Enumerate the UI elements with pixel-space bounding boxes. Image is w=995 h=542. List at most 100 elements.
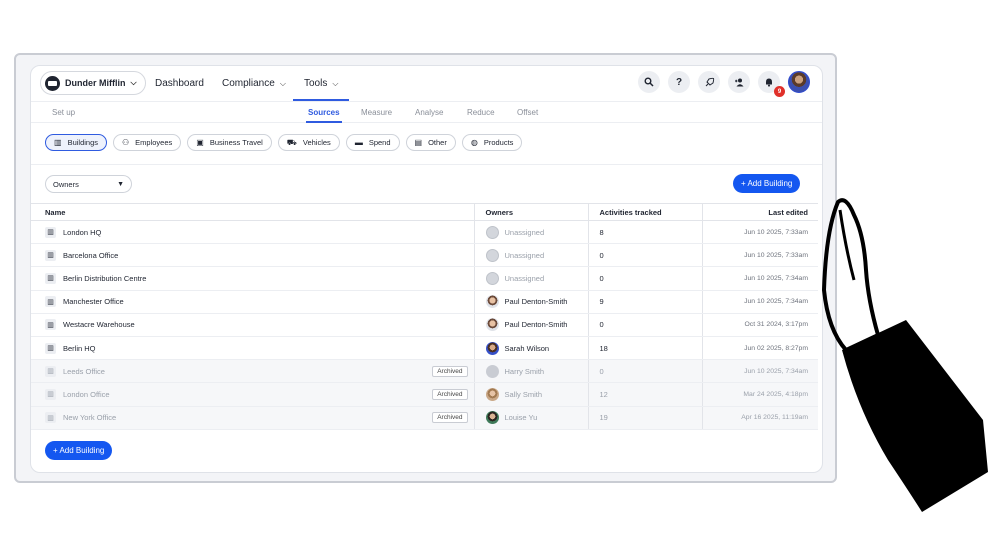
building-name: Westacre Warehouse <box>63 320 135 330</box>
table-header-row: Name Owners Activities tracked Last edit… <box>31 203 818 221</box>
filter-employees[interactable]: ⚇ Employees <box>113 134 182 151</box>
header-name[interactable]: Name <box>31 203 474 221</box>
building-name: Leeds Office <box>63 366 105 376</box>
box-icon: ◍ <box>470 138 478 147</box>
cell-owner[interactable]: Louise Yu <box>473 406 588 430</box>
cell-name[interactable]: ▥ New York Office Archived <box>31 406 474 430</box>
cell-name[interactable]: ▥ Leeds Office Archived <box>31 359 474 384</box>
cell-owner[interactable]: Harry Smith <box>473 359 588 384</box>
cell-name[interactable]: ▥ Barcelona Office <box>31 243 474 268</box>
filter-vehicles[interactable]: ⛟ Vehicles <box>277 134 340 151</box>
cell-last-edited: Oct 31 2024, 3:17pm <box>701 313 818 337</box>
building-icon: ▥ <box>45 296 56 308</box>
header-owners[interactable]: Owners <box>473 203 588 221</box>
subnav-analyse[interactable]: Analyse <box>415 102 443 123</box>
truck-icon: ⛟ <box>286 137 297 147</box>
cell-name[interactable]: ▥ Westacre Warehouse <box>31 313 474 337</box>
building-name: Berlin Distribution Centre <box>63 273 147 283</box>
header-last-edited[interactable]: Last edited <box>701 203 818 221</box>
top-icons: ? 9 <box>638 71 810 97</box>
help-icon[interactable]: ? <box>668 71 690 93</box>
subnav-measure[interactable]: Measure <box>361 102 392 123</box>
cell-last-edited: Jun 10 2025, 7:34am <box>701 359 818 384</box>
filter-products[interactable]: ◍ Products <box>461 134 523 151</box>
cell-activities: 19 <box>587 406 702 430</box>
chevron-down-icon: ⌵ <box>279 78 286 88</box>
building-name: London HQ <box>63 227 102 237</box>
nav-dashboard[interactable]: Dashboard <box>155 66 204 101</box>
buildings-table: Name Owners Activities tracked Last edit… <box>31 203 818 430</box>
subnav-offset[interactable]: Offset <box>517 102 538 123</box>
cell-activities: 18 <box>587 336 702 361</box>
table-row[interactable]: ▥ Westacre Warehouse Paul Denton-Smith 0 Oct… <box>31 313 818 337</box>
source-type-filters: ▥ Buildings ⚇ Employees ▣ Business Travel ⛟… <box>45 134 523 151</box>
table-row[interactable]: ▥ Berlin Distribution Centre Unassigned 0 Ju… <box>31 266 818 291</box>
cell-activities: 9 <box>587 290 702 314</box>
building-name: Berlin HQ <box>63 343 96 353</box>
nav-compliance[interactable]: Compliance ⌵ <box>222 66 286 101</box>
owner-name: Unassigned <box>504 227 545 237</box>
cell-last-edited: Jun 10 2025, 7:33am <box>701 243 818 268</box>
cell-name[interactable]: ▥ London Office Archived <box>31 382 474 407</box>
cell-owner[interactable]: Sarah Wilson <box>473 336 588 361</box>
user-avatar[interactable] <box>788 71 810 93</box>
add-building-button-bottom[interactable]: + Add Building <box>45 441 113 460</box>
filter-label: Spend <box>368 138 391 147</box>
table-row[interactable]: ▥ Manchester Office Paul Denton-Smith 9 Jun … <box>31 290 818 314</box>
cell-owner[interactable]: Unassigned <box>473 243 588 268</box>
cell-name[interactable]: ▥ London HQ <box>31 220 474 245</box>
subnav-setup[interactable]: Set up <box>52 102 75 123</box>
search-icon[interactable] <box>638 71 660 93</box>
building-icon: ▥ <box>45 412 56 424</box>
owner-avatar <box>485 411 499 425</box>
cell-owner[interactable]: Unassigned <box>473 266 588 291</box>
cell-name[interactable]: ▥ Berlin Distribution Centre <box>31 266 474 291</box>
bell-icon[interactable]: 9 <box>758 71 785 97</box>
notification-badge: 9 <box>774 86 785 97</box>
owner-name: Paul Denton-Smith <box>504 320 568 330</box>
nav-tools[interactable]: Tools ⌵ <box>293 66 350 101</box>
cell-owner[interactable]: Unassigned <box>473 220 588 245</box>
cell-last-edited: Jun 10 2025, 7:34am <box>701 266 818 291</box>
building-icon: ▥ <box>54 138 62 147</box>
filter-spend[interactable]: ▬ Spend <box>345 134 400 151</box>
cell-activities: 8 <box>587 220 702 245</box>
subnav-sources[interactable]: Sources <box>306 102 342 123</box>
building-icon: ▥ <box>45 272 56 284</box>
cell-name[interactable]: ▥ Manchester Office <box>31 290 474 314</box>
subnav-reduce[interactable]: Reduce <box>467 102 495 123</box>
header-activities[interactable]: Activities tracked <box>587 203 702 221</box>
building-name: New York Office <box>63 413 117 423</box>
table-row[interactable]: ▥ Barcelona Office Unassigned 0 Jun 10 2025,… <box>31 243 818 268</box>
credit-card-icon: ▬ <box>354 138 363 147</box>
filter-buildings[interactable]: ▥ Buildings <box>45 134 107 151</box>
cell-owner[interactable]: Sally Smith <box>473 382 588 407</box>
cell-name[interactable]: ▥ Berlin HQ <box>31 336 474 361</box>
table-row[interactable]: ▥ London HQ Unassigned 8 Jun 10 2025, 7:33am <box>31 220 818 245</box>
cell-owner[interactable]: Paul Denton-Smith <box>473 290 588 314</box>
filter-other[interactable]: ▤ Other <box>405 134 456 151</box>
table-row[interactable]: ▥ Leeds Office Archived Harry Smith 0 Jun 10 … <box>31 359 818 384</box>
rocket-icon[interactable] <box>698 71 720 93</box>
filter-business-travel[interactable]: ▣ Business Travel <box>187 134 272 151</box>
add-building-button-top[interactable]: + Add Building <box>733 174 801 193</box>
owner-avatar <box>485 318 499 332</box>
cell-activities: 0 <box>587 243 702 268</box>
building-icon: ▥ <box>45 319 56 331</box>
building-name: Barcelona Office <box>63 250 119 260</box>
building-icon: ▥ <box>45 365 56 377</box>
owner-avatar <box>485 271 499 285</box>
org-switcher[interactable]: Dunder Mifflin ⌵ <box>40 71 146 95</box>
owner-name: Unassigned <box>504 273 545 283</box>
sub-navigation: Set up Sources Measure Analyse Reduce Of… <box>31 101 822 123</box>
table-row[interactable]: ▥ New York Office Archived Louise Yu 19 Apr 1… <box>31 406 818 430</box>
nav-compliance-label: Compliance <box>222 78 275 89</box>
filter-label: Employees <box>135 138 173 147</box>
add-user-icon[interactable] <box>728 71 750 93</box>
table-row[interactable]: ▥ Berlin HQ Sarah Wilson 18 Jun 02 2025, 8:2… <box>31 336 818 361</box>
owner-avatar <box>485 295 499 309</box>
cell-owner[interactable]: Paul Denton-Smith <box>473 313 588 337</box>
owners-dropdown[interactable]: Owners ▼ <box>45 175 132 193</box>
table-row[interactable]: ▥ London Office Archived Sally Smith 12 Mar 2… <box>31 382 818 407</box>
building-icon: ▥ <box>45 249 56 261</box>
